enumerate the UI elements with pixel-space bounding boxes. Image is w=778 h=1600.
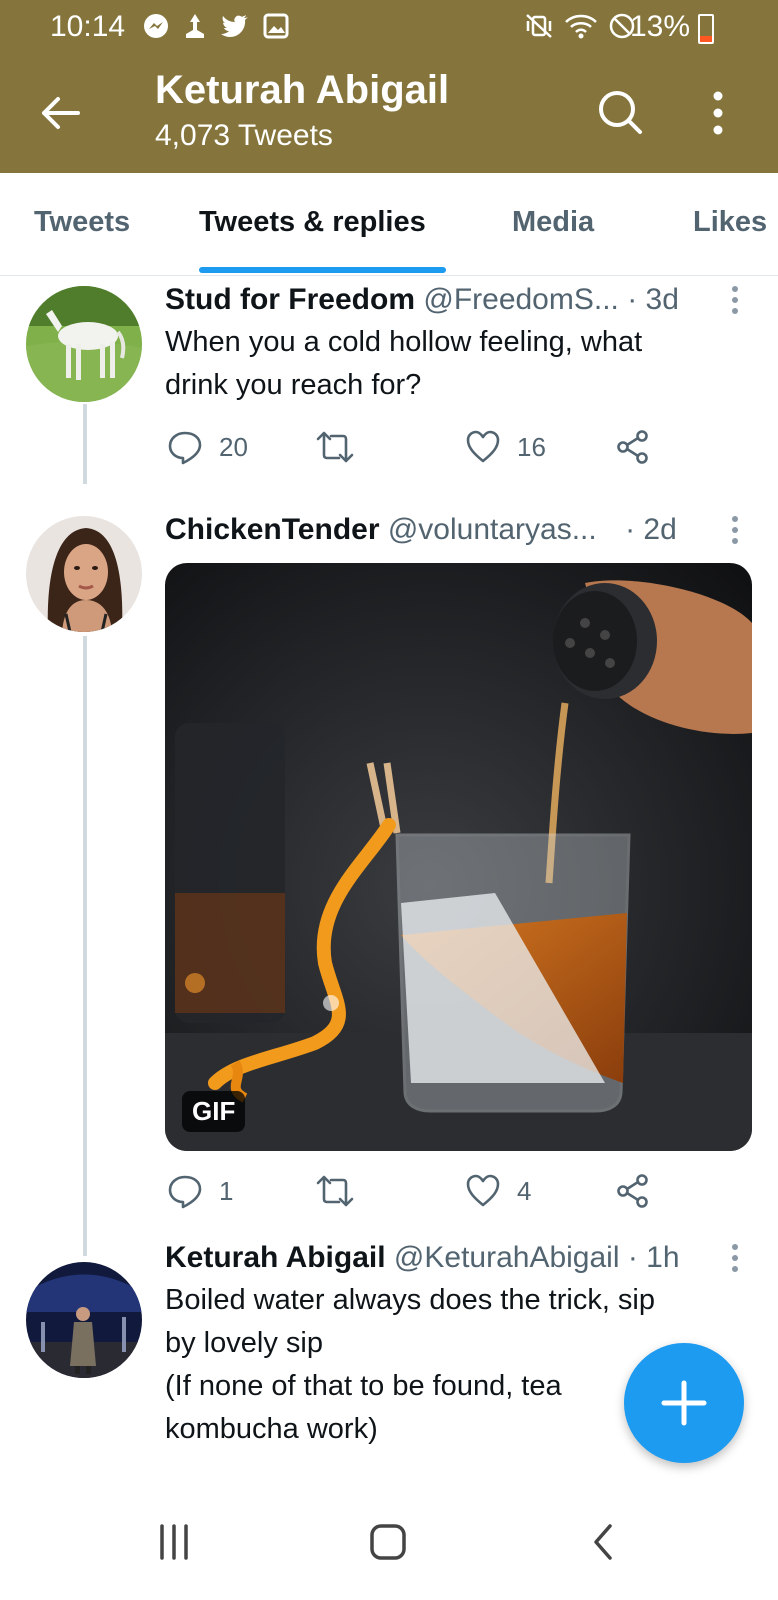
tab-tweets-and-replies[interactable]: Tweets & replies <box>199 206 426 239</box>
tweet-actions: 20 16 <box>165 429 705 469</box>
battery-icon <box>698 14 714 44</box>
profile-header: 10:14 13% Keturah Abigail 4,073 Tweets <box>0 0 778 173</box>
share-icon <box>617 430 648 464</box>
tweet-header: Keturah Abigail @KeturahAbigail · 1h <box>165 1241 680 1275</box>
retweet-button[interactable] <box>315 1173 355 1209</box>
notification-icons <box>142 12 290 40</box>
wifi-icon <box>565 14 597 39</box>
system-navigation-bar <box>0 1498 778 1600</box>
woman-avatar-image <box>26 516 142 632</box>
tweet-header: ChickenTender @voluntaryas... · 2d <box>165 513 677 547</box>
tweet-menu-icon[interactable] <box>730 285 740 315</box>
recent-apps-icon[interactable] <box>156 1522 192 1562</box>
compose-tweet-button[interactable] <box>624 1343 744 1463</box>
tweet-time: · 1h <box>627 1241 680 1274</box>
reply-count: 20 <box>219 431 248 462</box>
share-button[interactable] <box>615 1173 651 1209</box>
reply-count: 1 <box>219 1175 234 1206</box>
author-handle[interactable]: @KeturahAbigail <box>394 1241 620 1274</box>
author-name[interactable]: ChickenTender <box>165 513 380 546</box>
thread-connector <box>83 404 87 484</box>
system-icons <box>524 12 636 40</box>
author-name[interactable]: Keturah Abigail <box>165 1241 386 1274</box>
retweet-button[interactable] <box>315 429 355 465</box>
profile-tabs: Tweets Tweets & replies Media Likes <box>0 173 778 276</box>
gif-badge: GIF <box>182 1091 246 1132</box>
share-icon <box>617 1174 648 1208</box>
back-nav-icon[interactable] <box>588 1522 618 1562</box>
reply-button[interactable]: 1 <box>167 1173 233 1209</box>
tab-likes[interactable]: Likes <box>693 206 767 239</box>
battery-percentage: 13% <box>629 10 690 43</box>
reply-icon <box>168 431 202 465</box>
more-options-icon[interactable] <box>708 90 728 136</box>
like-button[interactable]: 4 <box>465 1173 531 1209</box>
like-count: 4 <box>517 1175 532 1206</box>
tweet-text-line: drink you reach for? <box>165 369 422 401</box>
tweet-time: · 3d <box>627 283 679 316</box>
tweet-header: Stud for Freedom @FreedomS... · 3d <box>165 283 679 317</box>
status-bar: 10:14 13% <box>0 0 778 56</box>
vibrate-mute-icon <box>526 14 552 38</box>
author-handle[interactable]: @FreedomS... <box>423 283 619 316</box>
tweet-time: · 2d <box>625 513 677 546</box>
search-icon[interactable] <box>596 88 644 136</box>
heart-icon <box>466 1174 500 1207</box>
avatar[interactable] <box>26 1262 142 1378</box>
tweet-text: When you a cold hollow feeling, what dri… <box>165 321 725 407</box>
author-name[interactable]: Stud for Freedom <box>165 283 415 316</box>
status-time: 10:14 <box>50 10 126 43</box>
avatar[interactable] <box>26 286 142 402</box>
plus-icon <box>661 1380 707 1426</box>
author-handle[interactable]: @voluntaryas... <box>388 513 597 546</box>
tab-media[interactable]: Media <box>512 206 594 239</box>
signal-app-icon <box>186 14 204 38</box>
tweet-text-line: When you a cold hollow feeling, what <box>165 326 643 358</box>
retweet-icon <box>316 431 354 463</box>
home-icon[interactable] <box>368 1522 408 1562</box>
tweet-actions: 1 4 <box>165 1173 705 1213</box>
gallery-icon <box>263 13 289 39</box>
thread-connector <box>83 636 87 1256</box>
horse-avatar-image <box>26 286 142 402</box>
tweet-text-line: Boiled water always does the trick, sip <box>165 1284 655 1316</box>
back-arrow-icon[interactable] <box>38 90 84 136</box>
tab-tweets[interactable]: Tweets <box>34 206 130 239</box>
tweet-menu-icon[interactable] <box>730 515 740 545</box>
tweet-count: 4,073 Tweets <box>155 119 333 152</box>
like-button[interactable]: 16 <box>465 429 546 465</box>
active-tab-indicator <box>199 267 446 273</box>
cocktail-pour-image <box>165 563 752 1151</box>
twitter-icon <box>221 15 248 37</box>
avatar[interactable] <box>26 516 142 632</box>
page-title: Keturah Abigail <box>155 68 450 112</box>
reply-icon <box>168 1175 202 1209</box>
tweet-menu-icon[interactable] <box>730 1243 740 1273</box>
retweet-icon <box>316 1175 354 1207</box>
messenger-icon <box>144 14 168 38</box>
share-button[interactable] <box>615 429 651 465</box>
tweet-gif[interactable]: GIF <box>165 563 752 1151</box>
reply-button[interactable]: 20 <box>167 429 248 465</box>
heart-icon <box>466 430 500 463</box>
like-count: 16 <box>517 431 546 462</box>
profile-avatar-image <box>26 1262 142 1378</box>
